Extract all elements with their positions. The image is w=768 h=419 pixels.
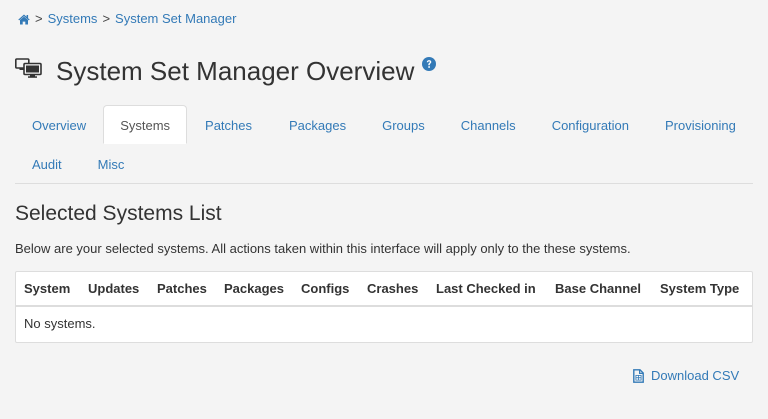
tab-overview[interactable]: Overview <box>15 105 103 144</box>
tab-provisioning[interactable]: Provisioning <box>647 105 754 144</box>
tab-misc[interactable]: Misc <box>79 144 142 183</box>
home-icon[interactable] <box>18 14 30 25</box>
breadcrumb-ssm-link[interactable]: System Set Manager <box>115 11 236 27</box>
column-header-patches[interactable]: Patches <box>149 272 216 305</box>
breadcrumb-separator: > <box>35 11 43 26</box>
tabs-divider <box>15 183 753 184</box>
tab-bar: Overview Systems Patches Packages Groups… <box>15 105 753 183</box>
page-title: System Set Manager Overview <box>56 56 415 86</box>
column-header-base-channel[interactable]: Base Channel <box>547 272 652 305</box>
selected-systems-table: System Updates Patches Packages Configs … <box>15 271 753 343</box>
column-header-system[interactable]: System <box>16 272 80 305</box>
tab-row-2: Audit Misc <box>15 144 753 183</box>
tab-row-1: Overview Systems Patches Packages Groups… <box>15 105 753 144</box>
tab-groups[interactable]: Groups <box>364 105 443 144</box>
section-description: Below are your selected systems. All act… <box>15 241 631 256</box>
download-csv-link[interactable]: Download CSV <box>633 368 739 383</box>
column-header-configs[interactable]: Configs <box>293 272 359 305</box>
column-header-last-checked-in[interactable]: Last Checked in <box>428 272 547 305</box>
column-header-system-type[interactable]: System Type <box>652 272 752 305</box>
column-header-packages[interactable]: Packages <box>216 272 293 305</box>
tab-packages[interactable]: Packages <box>271 105 364 144</box>
column-header-updates[interactable]: Updates <box>80 272 149 305</box>
tab-configuration[interactable]: Configuration <box>534 105 647 144</box>
tab-channels[interactable]: Channels <box>443 105 534 144</box>
tab-audit[interactable]: Audit <box>15 144 79 183</box>
page-header: System Set Manager Overview <box>15 52 437 90</box>
system-set-icon <box>15 58 42 83</box>
tab-systems[interactable]: Systems <box>103 105 188 144</box>
csv-file-icon <box>633 368 644 383</box>
download-csv-label: Download CSV <box>651 368 740 383</box>
table-header: System Updates Patches Packages Configs … <box>16 272 752 307</box>
breadcrumb-separator: > <box>102 11 111 26</box>
empty-table-message: No systems. <box>24 316 96 331</box>
column-header-crashes[interactable]: Crashes <box>359 272 428 305</box>
breadcrumb-systems-link[interactable]: Systems <box>48 11 98 27</box>
breadcrumb: > Systems > System Set Manager <box>18 11 236 27</box>
tab-patches[interactable]: Patches <box>187 105 271 144</box>
help-circle-icon[interactable] <box>422 57 437 76</box>
section-title: Selected Systems List <box>15 202 222 225</box>
